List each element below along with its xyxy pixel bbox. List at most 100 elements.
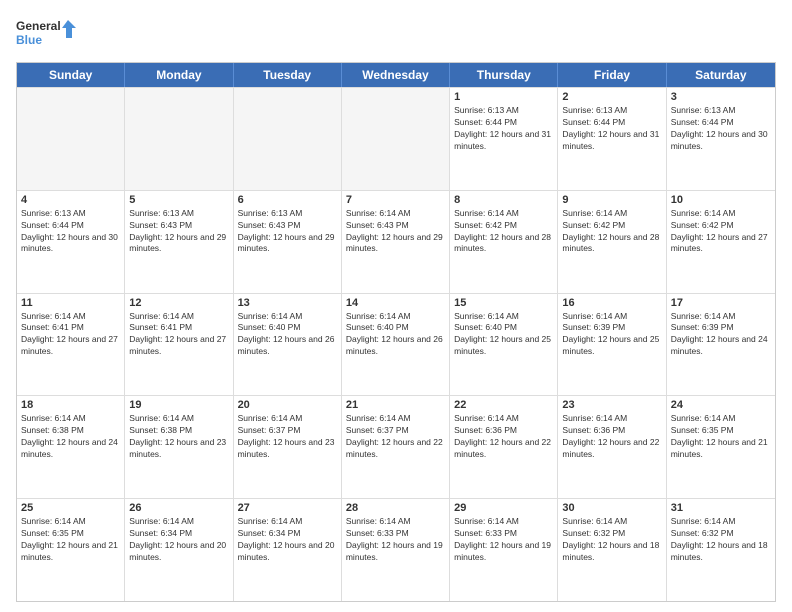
day-number-27: 27 [238, 502, 337, 514]
day-number-21: 21 [346, 399, 445, 411]
day-info-21: Sunrise: 6:14 AMSunset: 6:37 PMDaylight:… [346, 413, 445, 461]
day-number-1: 1 [454, 91, 553, 103]
day-info-8: Sunrise: 6:14 AMSunset: 6:42 PMDaylight:… [454, 208, 553, 256]
day-cell-9: 9 Sunrise: 6:14 AMSunset: 6:42 PMDaylight… [558, 191, 666, 293]
day-number-12: 12 [129, 297, 228, 309]
day-cell-29: 29Sunrise: 6:14 AMSunset: 6:33 PMDayligh… [450, 499, 558, 601]
day-info-16: Sunrise: 6:14 AMSunset: 6:39 PMDaylight:… [562, 311, 661, 359]
day-number-17: 17 [671, 297, 771, 309]
empty-cell-0-3 [342, 88, 450, 190]
day-number-15: 15 [454, 297, 553, 309]
day-cell-1: 1 Sunrise: 6:13 AMSunset: 6:44 PMDaylight… [450, 88, 558, 190]
day-info-29: Sunrise: 6:14 AMSunset: 6:33 PMDaylight:… [454, 516, 553, 564]
day-number-3: 3 [671, 91, 771, 103]
day-number-23: 23 [562, 399, 661, 411]
day-cell-5: 5 Sunrise: 6:13 AMSunset: 6:43 PMDaylight… [125, 191, 233, 293]
day-info-7: Sunrise: 6:14 AMSunset: 6:43 PMDaylight:… [346, 208, 445, 256]
day-number-30: 30 [562, 502, 661, 514]
day-number-20: 20 [238, 399, 337, 411]
day-info-10: Sunrise: 6:14 AMSunset: 6:42 PMDaylight:… [671, 208, 771, 256]
day-number-18: 18 [21, 399, 120, 411]
logo: General Blue [16, 16, 76, 52]
day-number-31: 31 [671, 502, 771, 514]
day-number-14: 14 [346, 297, 445, 309]
day-cell-25: 25 Sunrise: 6:14 AMSunset: 6:35 PMDayligh… [17, 499, 125, 601]
day-number-19: 19 [129, 399, 228, 411]
day-cell-6: 6 Sunrise: 6:13 AMSunset: 6:43 PMDaylight… [234, 191, 342, 293]
day-info-26: Sunrise: 6:14 AMSunset: 6:34 PMDaylight:… [129, 516, 228, 564]
day-info-14: Sunrise: 6:14 AMSunset: 6:40 PMDaylight:… [346, 311, 445, 359]
day-info-25: Sunrise: 6:14 AMSunset: 6:35 PMDaylight:… [21, 516, 120, 564]
day-cell-30: 30 Sunrise: 6:14 AMSunset: 6:32 PMDayligh… [558, 499, 666, 601]
header-day-sunday: Sunday [17, 63, 125, 87]
day-cell-8: 8Sunrise: 6:14 AMSunset: 6:42 PMDaylight… [450, 191, 558, 293]
header-day-tuesday: Tuesday [234, 63, 342, 87]
day-cell-24: 24 Sunrise: 6:14 AMSunset: 6:35 PMDayligh… [667, 396, 775, 498]
day-info-9: Sunrise: 6:14 AMSunset: 6:42 PMDaylight:… [562, 208, 661, 256]
day-info-3: Sunrise: 6:13 AMSunset: 6:44 PMDaylight:… [671, 105, 771, 153]
calendar-row-1: 4 Sunrise: 6:13 AMSunset: 6:44 PMDaylight… [17, 190, 775, 293]
day-cell-15: 15Sunrise: 6:14 AMSunset: 6:40 PMDayligh… [450, 294, 558, 396]
day-info-24: Sunrise: 6:14 AMSunset: 6:35 PMDaylight:… [671, 413, 771, 461]
day-info-2: Sunrise: 6:13 AMSunset: 6:44 PMDaylight:… [562, 105, 661, 153]
day-number-2: 2 [562, 91, 661, 103]
empty-cell-0-2 [234, 88, 342, 190]
header-day-saturday: Saturday [667, 63, 775, 87]
day-cell-14: 14 Sunrise: 6:14 AMSunset: 6:40 PMDayligh… [342, 294, 450, 396]
day-cell-10: 10 Sunrise: 6:14 AMSunset: 6:42 PMDayligh… [667, 191, 775, 293]
day-cell-2: 2 Sunrise: 6:13 AMSunset: 6:44 PMDaylight… [558, 88, 666, 190]
day-info-28: Sunrise: 6:14 AMSunset: 6:33 PMDaylight:… [346, 516, 445, 564]
day-info-18: Sunrise: 6:14 AMSunset: 6:38 PMDaylight:… [21, 413, 120, 461]
day-number-22: 22 [454, 399, 553, 411]
day-number-4: 4 [21, 194, 120, 206]
day-info-5: Sunrise: 6:13 AMSunset: 6:43 PMDaylight:… [129, 208, 228, 256]
calendar-row-3: 18 Sunrise: 6:14 AMSunset: 6:38 PMDayligh… [17, 395, 775, 498]
day-info-4: Sunrise: 6:13 AMSunset: 6:44 PMDaylight:… [21, 208, 120, 256]
header-day-friday: Friday [558, 63, 666, 87]
calendar: SundayMondayTuesdayWednesdayThursdayFrid… [16, 62, 776, 602]
calendar-body: 1 Sunrise: 6:13 AMSunset: 6:44 PMDaylight… [17, 87, 775, 601]
day-cell-28: 28 Sunrise: 6:14 AMSunset: 6:33 PMDayligh… [342, 499, 450, 601]
calendar-row-4: 25 Sunrise: 6:14 AMSunset: 6:35 PMDayligh… [17, 498, 775, 601]
day-number-16: 16 [562, 297, 661, 309]
day-cell-12: 12 Sunrise: 6:14 AMSunset: 6:41 PMDayligh… [125, 294, 233, 396]
day-info-31: Sunrise: 6:14 AMSunset: 6:32 PMDaylight:… [671, 516, 771, 564]
day-cell-11: 11Sunrise: 6:14 AMSunset: 6:41 PMDayligh… [17, 294, 125, 396]
day-info-20: Sunrise: 6:14 AMSunset: 6:37 PMDaylight:… [238, 413, 337, 461]
day-info-12: Sunrise: 6:14 AMSunset: 6:41 PMDaylight:… [129, 311, 228, 359]
day-info-27: Sunrise: 6:14 AMSunset: 6:34 PMDaylight:… [238, 516, 337, 564]
day-info-17: Sunrise: 6:14 AMSunset: 6:39 PMDaylight:… [671, 311, 771, 359]
day-info-30: Sunrise: 6:14 AMSunset: 6:32 PMDaylight:… [562, 516, 661, 564]
day-cell-20: 20 Sunrise: 6:14 AMSunset: 6:37 PMDayligh… [234, 396, 342, 498]
calendar-header: SundayMondayTuesdayWednesdayThursdayFrid… [17, 63, 775, 87]
day-info-23: Sunrise: 6:14 AMSunset: 6:36 PMDaylight:… [562, 413, 661, 461]
empty-cell-0-0 [17, 88, 125, 190]
day-number-5: 5 [129, 194, 228, 206]
day-cell-16: 16 Sunrise: 6:14 AMSunset: 6:39 PMDayligh… [558, 294, 666, 396]
day-cell-18: 18 Sunrise: 6:14 AMSunset: 6:38 PMDayligh… [17, 396, 125, 498]
day-info-13: Sunrise: 6:14 AMSunset: 6:40 PMDaylight:… [238, 311, 337, 359]
day-cell-26: 26Sunrise: 6:14 AMSunset: 6:34 PMDayligh… [125, 499, 233, 601]
day-cell-17: 17 Sunrise: 6:14 AMSunset: 6:39 PMDayligh… [667, 294, 775, 396]
day-cell-23: 23 Sunrise: 6:14 AMSunset: 6:36 PMDayligh… [558, 396, 666, 498]
svg-text:Blue: Blue [16, 33, 42, 47]
day-number-11: 11 [21, 297, 120, 309]
day-info-1: Sunrise: 6:13 AMSunset: 6:44 PMDaylight:… [454, 105, 553, 153]
day-cell-21: 21 Sunrise: 6:14 AMSunset: 6:37 PMDayligh… [342, 396, 450, 498]
day-info-6: Sunrise: 6:13 AMSunset: 6:43 PMDaylight:… [238, 208, 337, 256]
header-day-wednesday: Wednesday [342, 63, 450, 87]
logo-icon: General Blue [16, 16, 76, 52]
day-cell-22: 22Sunrise: 6:14 AMSunset: 6:36 PMDayligh… [450, 396, 558, 498]
day-cell-31: 31 Sunrise: 6:14 AMSunset: 6:32 PMDayligh… [667, 499, 775, 601]
calendar-row-2: 11 Sunrise: 6:14 AMSunset: 6:41 PMDayligh… [17, 293, 775, 396]
calendar-row-0: 1 Sunrise: 6:13 AMSunset: 6:44 PMDaylight… [17, 87, 775, 190]
day-number-24: 24 [671, 399, 771, 411]
day-number-9: 9 [562, 194, 661, 206]
day-info-19: Sunrise: 6:14 AMSunset: 6:38 PMDaylight:… [129, 413, 228, 461]
day-number-28: 28 [346, 502, 445, 514]
day-cell-3: 3 Sunrise: 6:13 AMSunset: 6:44 PMDaylight… [667, 88, 775, 190]
day-number-6: 6 [238, 194, 337, 206]
day-number-25: 25 [21, 502, 120, 514]
empty-cell-0-1 [125, 88, 233, 190]
day-number-10: 10 [671, 194, 771, 206]
